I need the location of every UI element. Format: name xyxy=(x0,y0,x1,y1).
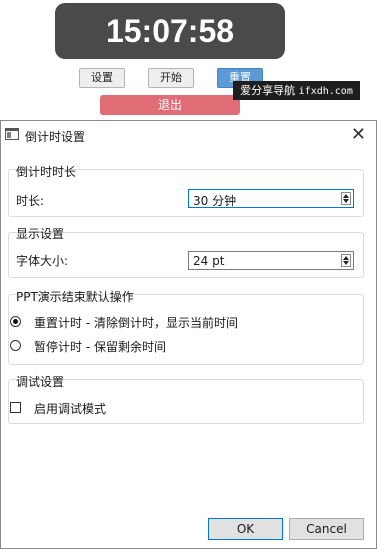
countdown-settings-dialog: 倒计时设置 ✕ 倒计时时长 时长: 30 分钟 显示设置 字体大小: 24 pt… xyxy=(0,120,377,549)
font-size-value: 24 pt xyxy=(193,254,225,268)
font-size-label: 字体大小: xyxy=(16,254,69,268)
triangle-up-icon[interactable] xyxy=(343,194,349,198)
font-size-stepper[interactable]: 24 pt xyxy=(188,251,354,270)
dialog-title: 倒计时设置 xyxy=(25,130,86,144)
countdown-group-title: 倒计时时长 xyxy=(16,165,77,179)
triangle-down-icon[interactable] xyxy=(343,199,349,203)
start-button[interactable]: 开始 xyxy=(148,68,194,88)
display-group-title: 显示设置 xyxy=(16,227,65,241)
triangle-down-icon[interactable] xyxy=(343,261,349,265)
radio-reset-timer-label[interactable]: 重置计时 - 清除倒计时，显示当前时间 xyxy=(34,314,238,331)
cancel-button[interactable]: Cancel xyxy=(289,518,364,540)
window-app-icon xyxy=(5,128,19,140)
duration-stepper[interactable]: 30 分钟 xyxy=(188,189,354,208)
font-size-stepper-arrows[interactable] xyxy=(341,254,351,267)
duration-value: 30 分钟 xyxy=(193,194,237,208)
timer-display: 15:07:58 xyxy=(55,3,285,59)
watermark: 爱分享导航 ifxdh.com xyxy=(233,81,360,100)
radio-pause-timer[interactable] xyxy=(10,340,21,351)
ppt-group-title: PPT演示结束默认操作 xyxy=(16,290,134,304)
ok-button[interactable]: OK xyxy=(208,518,283,540)
exit-button[interactable]: 退出 xyxy=(100,95,240,115)
duration-label: 时长: xyxy=(16,194,45,208)
debug-mode-checkbox[interactable] xyxy=(10,402,21,413)
dialog-titlebar[interactable]: 倒计时设置 ✕ xyxy=(1,121,376,151)
triangle-up-icon[interactable] xyxy=(343,256,349,260)
debug-mode-label[interactable]: 启用调试模式 xyxy=(34,400,106,417)
debug-group-title: 调试设置 xyxy=(16,375,65,389)
close-icon[interactable]: ✕ xyxy=(351,124,366,146)
watermark-text: 爱分享导航 xyxy=(240,84,296,97)
duration-stepper-arrows[interactable] xyxy=(341,192,351,205)
radio-reset-timer[interactable] xyxy=(10,316,21,327)
settings-button[interactable]: 设置 xyxy=(79,68,125,88)
radio-pause-timer-label[interactable]: 暂停计时 - 保留剩余时间 xyxy=(34,338,166,355)
watermark-url: ifxdh.com xyxy=(298,86,353,97)
